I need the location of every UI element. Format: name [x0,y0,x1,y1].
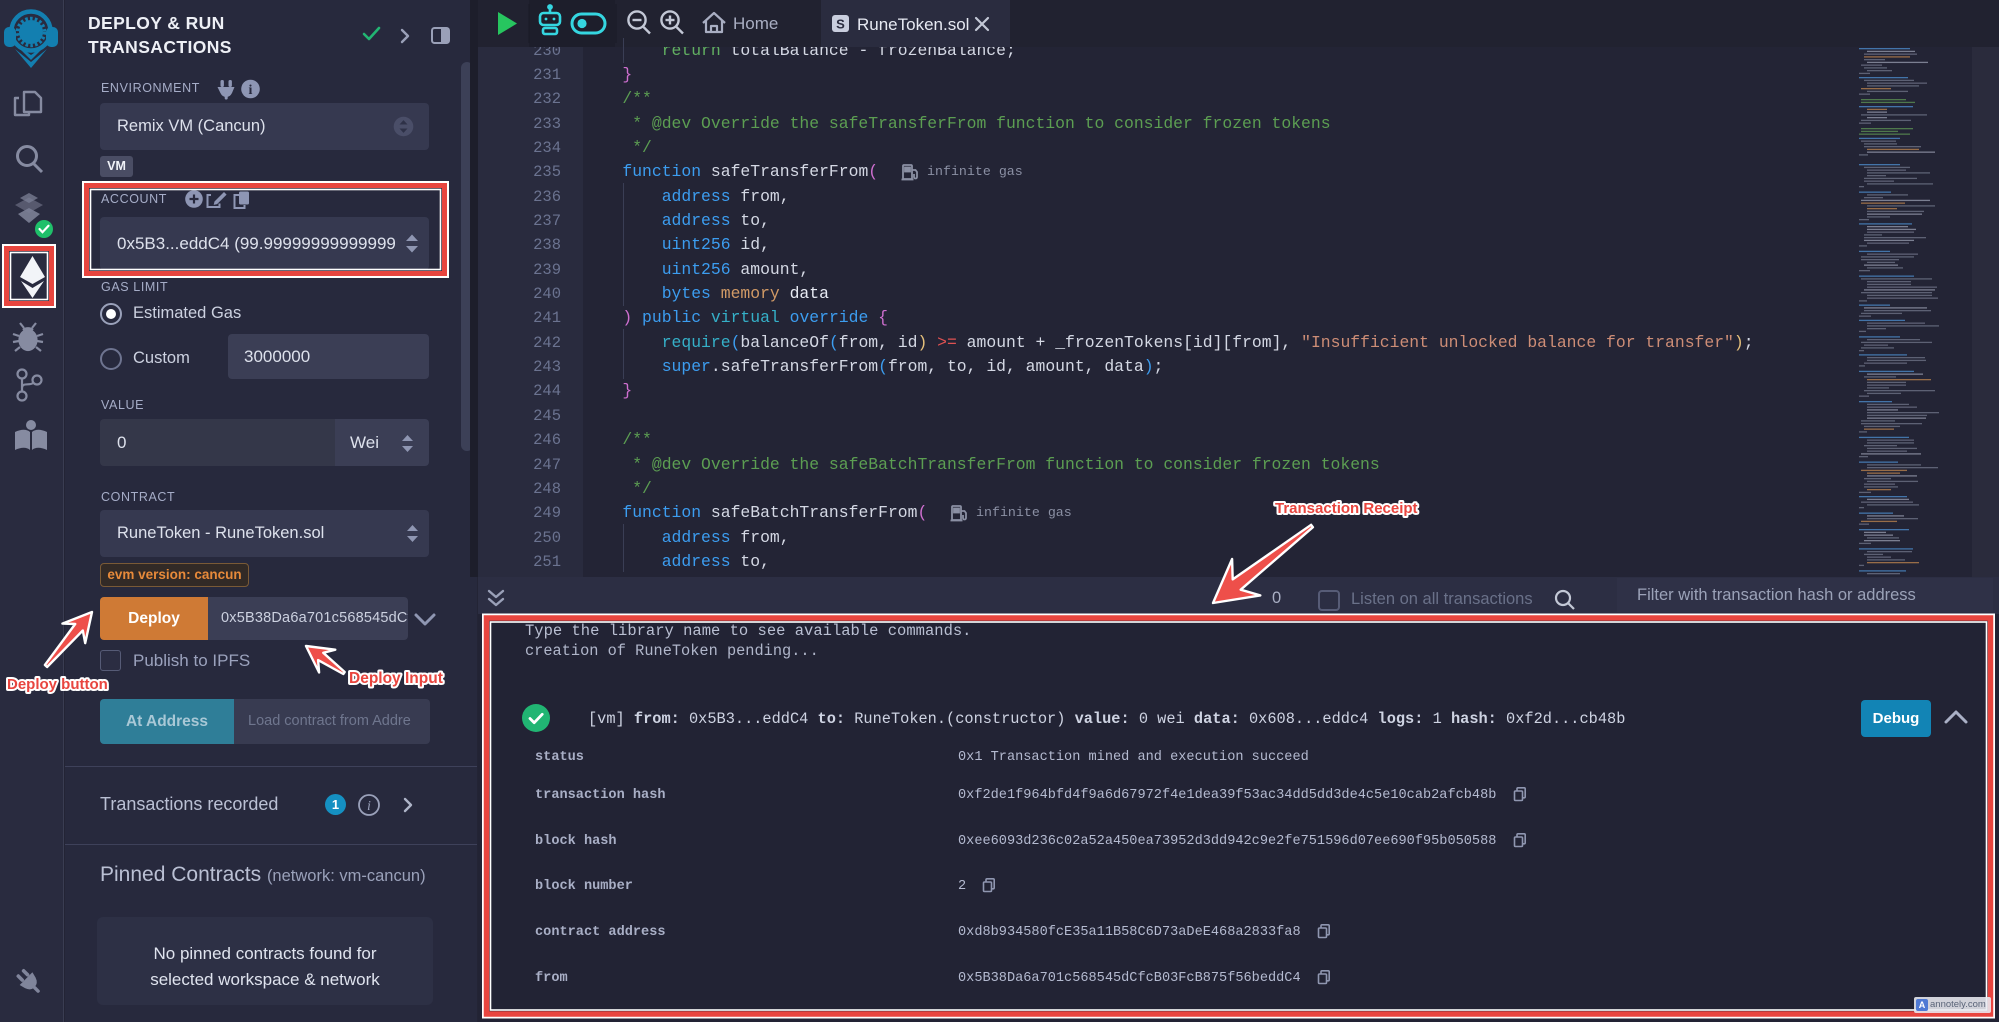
svg-text:Deploy Input: Deploy Input [349,670,443,687]
svg-text:Deploy button: Deploy button [7,676,108,693]
svg-text:Transaction Receipt: Transaction Receipt [1275,500,1418,517]
